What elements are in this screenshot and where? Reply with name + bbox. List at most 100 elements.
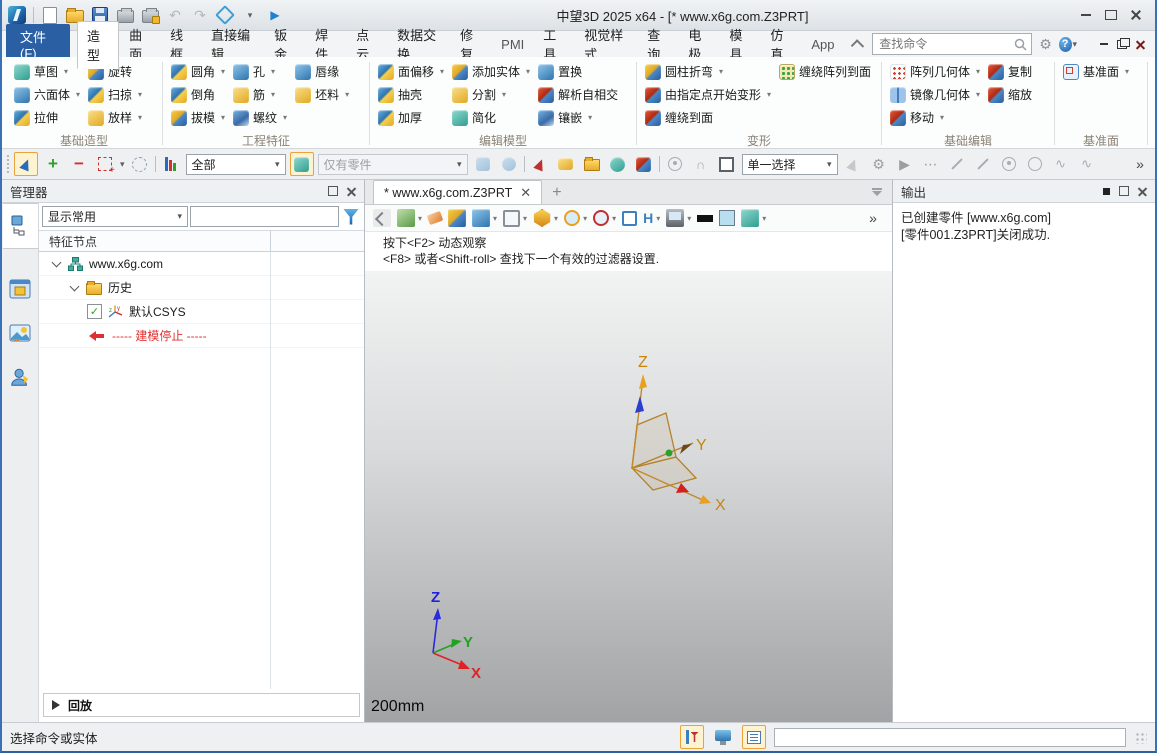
lip-button[interactable]: 唇缘 — [291, 60, 353, 83]
box-button[interactable]: 六面体 — [10, 83, 84, 106]
tree-node-csys[interactable]: ✓ y z 默认CSYS — [39, 300, 364, 324]
document-tab[interactable]: * www.x6g.com.Z3PRT ✕ — [373, 180, 542, 204]
shaded-dropdown-icon[interactable]: ▾ — [493, 214, 497, 223]
polygon-dropdown-icon[interactable]: ▾ — [554, 214, 558, 223]
selection-mode-combo[interactable]: 单一选择 — [742, 154, 838, 175]
feature-tree[interactable]: www.x6g.com 历史 ✓ — [39, 252, 364, 689]
default-csys-graphic[interactable]: Z Y X — [603, 351, 763, 521]
collapse-chevron-icon[interactable] — [70, 281, 80, 291]
tree-node-history[interactable]: 历史 — [39, 276, 364, 300]
shape-manager-tab[interactable] — [3, 267, 38, 311]
move-button[interactable]: 移动 — [886, 106, 984, 129]
eraser-icon[interactable] — [427, 211, 444, 225]
ribbon-tab-shape[interactable]: 造型 — [77, 21, 119, 69]
lasso-pick-button[interactable] — [129, 153, 151, 175]
hole-button[interactable]: 孔 — [229, 60, 291, 83]
doc-minimize-button[interactable] — [1100, 43, 1108, 45]
chamfer-button[interactable]: 倒角 — [167, 83, 229, 106]
manager-float-icon[interactable] — [328, 186, 338, 196]
history-manager-tab[interactable] — [3, 203, 38, 249]
resize-grip[interactable] — [1134, 731, 1147, 744]
funnel-filter-icon[interactable] — [343, 209, 359, 225]
tab-close-icon[interactable]: ✕ — [520, 186, 531, 199]
fillet-button[interactable]: 圆角 — [167, 60, 229, 83]
doc-close-button[interactable] — [1136, 40, 1145, 49]
extrude-button[interactable]: 拉伸 — [10, 106, 84, 129]
wireframe-display-icon[interactable] — [503, 210, 520, 227]
scale-button[interactable]: 缩放 — [984, 83, 1036, 106]
triad-icon[interactable] — [448, 209, 466, 227]
loft-button[interactable]: 放样 — [84, 106, 146, 129]
help-icon[interactable]: ? — [1059, 37, 1072, 52]
orient-compass-button[interactable] — [664, 153, 686, 175]
material-dropdown-icon[interactable]: ▾ — [762, 214, 766, 223]
part-context-button[interactable] — [290, 152, 314, 176]
remove-selection-button[interactable]: − — [68, 153, 90, 175]
close-button[interactable] — [1131, 10, 1141, 20]
viewtools-overflow-icon[interactable] — [862, 207, 884, 229]
new-tab-button[interactable]: + — [542, 184, 571, 204]
section-view-icon[interactable]: H — [643, 210, 653, 226]
new-file-button[interactable] — [41, 6, 59, 24]
batch-print-button[interactable] — [141, 6, 159, 24]
wrap-to-face-button[interactable]: 缠绕到面 — [641, 106, 775, 129]
settings-gear-icon[interactable]: ⚙ — [1039, 36, 1052, 53]
output-log[interactable]: 已创建零件 [www.x6g.com] [零件001.Z3PRT]关闭成功. — [893, 203, 1155, 251]
web-library-button[interactable] — [607, 153, 629, 175]
help-dropdown-icon[interactable]: ▾ — [1073, 39, 1078, 50]
rotate-view-icon[interactable] — [593, 210, 609, 226]
screen-display-toggle[interactable] — [712, 726, 734, 748]
datum-plane-button[interactable]: 基准面 — [1059, 60, 1133, 83]
maximize-button[interactable] — [1105, 10, 1117, 20]
filter-combo[interactable]: 全部 — [186, 154, 286, 175]
pick-tool-button[interactable] — [14, 152, 38, 176]
polygon-display-icon[interactable] — [533, 209, 551, 227]
cylindrical-bend-button[interactable]: 圆柱折弯 — [641, 60, 775, 83]
constraint-folder-button[interactable] — [581, 153, 603, 175]
csys-checkbox[interactable]: ✓ — [87, 304, 102, 319]
add-selection-button[interactable]: + — [42, 153, 64, 175]
app-logo-icon[interactable] — [8, 6, 26, 24]
minimize-button[interactable] — [1081, 14, 1091, 16]
pick-box-button[interactable] — [94, 153, 116, 175]
role-manager-tab[interactable] — [3, 355, 38, 399]
pattern-geometry-button[interactable]: 阵列几何体 — [886, 60, 984, 83]
shaded-display-icon[interactable] — [472, 209, 490, 227]
tree-node-model-stop[interactable]: ----- 建模停止 ----- — [39, 324, 364, 348]
thicken-button[interactable]: 加厚 — [374, 106, 448, 129]
toolbar-overflow-icon[interactable] — [1129, 153, 1151, 175]
visual-manager-tab[interactable] — [3, 311, 38, 355]
ribbon-tab-app[interactable]: App — [802, 33, 843, 56]
zoom-region-icon[interactable] — [564, 210, 580, 226]
sketch-button[interactable]: 草图 — [10, 60, 84, 83]
replay-bar[interactable]: 回放 — [43, 693, 360, 717]
thread-button[interactable]: 螺纹 — [229, 106, 291, 129]
section-dropdown-icon[interactable]: ▾ — [656, 214, 660, 223]
edge-color-swatch[interactable] — [697, 215, 713, 222]
face-color-swatch[interactable] — [719, 210, 735, 226]
exit-view-icon[interactable] — [373, 209, 391, 227]
zoom-fit-icon[interactable] — [622, 211, 637, 226]
replay-expand-icon[interactable] — [52, 700, 60, 710]
filter-button[interactable] — [160, 153, 182, 175]
deform-by-point-button[interactable]: 由指定点开始变形 — [641, 83, 775, 106]
tree-column-header[interactable]: 特征节点 — [39, 230, 364, 252]
wireframe-dropdown-icon[interactable]: ▾ — [523, 214, 527, 223]
output-close-icon[interactable] — [1138, 187, 1147, 196]
divide-button[interactable]: 分割 — [448, 83, 534, 106]
copy-button[interactable]: 复制 — [984, 60, 1036, 83]
manager-close-icon[interactable] — [347, 187, 356, 196]
status-input[interactable] — [774, 728, 1126, 747]
output-float-icon[interactable] — [1119, 186, 1129, 196]
add-shape-button[interactable]: 添加实体 — [448, 60, 534, 83]
ribbon-tab-pmi[interactable]: PMI — [492, 33, 533, 56]
doc-restore-button[interactable] — [1117, 40, 1127, 49]
replace-button[interactable]: 置换 — [534, 60, 622, 83]
wrap-pattern-to-face-button[interactable]: 缠绕阵列到面 — [775, 60, 875, 83]
command-search-input[interactable] — [877, 36, 1014, 52]
mirror-geometry-button[interactable]: 镜像几何体 — [886, 83, 984, 106]
tab-list-icon[interactable] — [872, 188, 892, 196]
tree-filter-combo[interactable]: 显示常用 — [42, 206, 188, 227]
command-search-box[interactable] — [872, 33, 1032, 55]
tree-search-input[interactable] — [190, 206, 339, 227]
